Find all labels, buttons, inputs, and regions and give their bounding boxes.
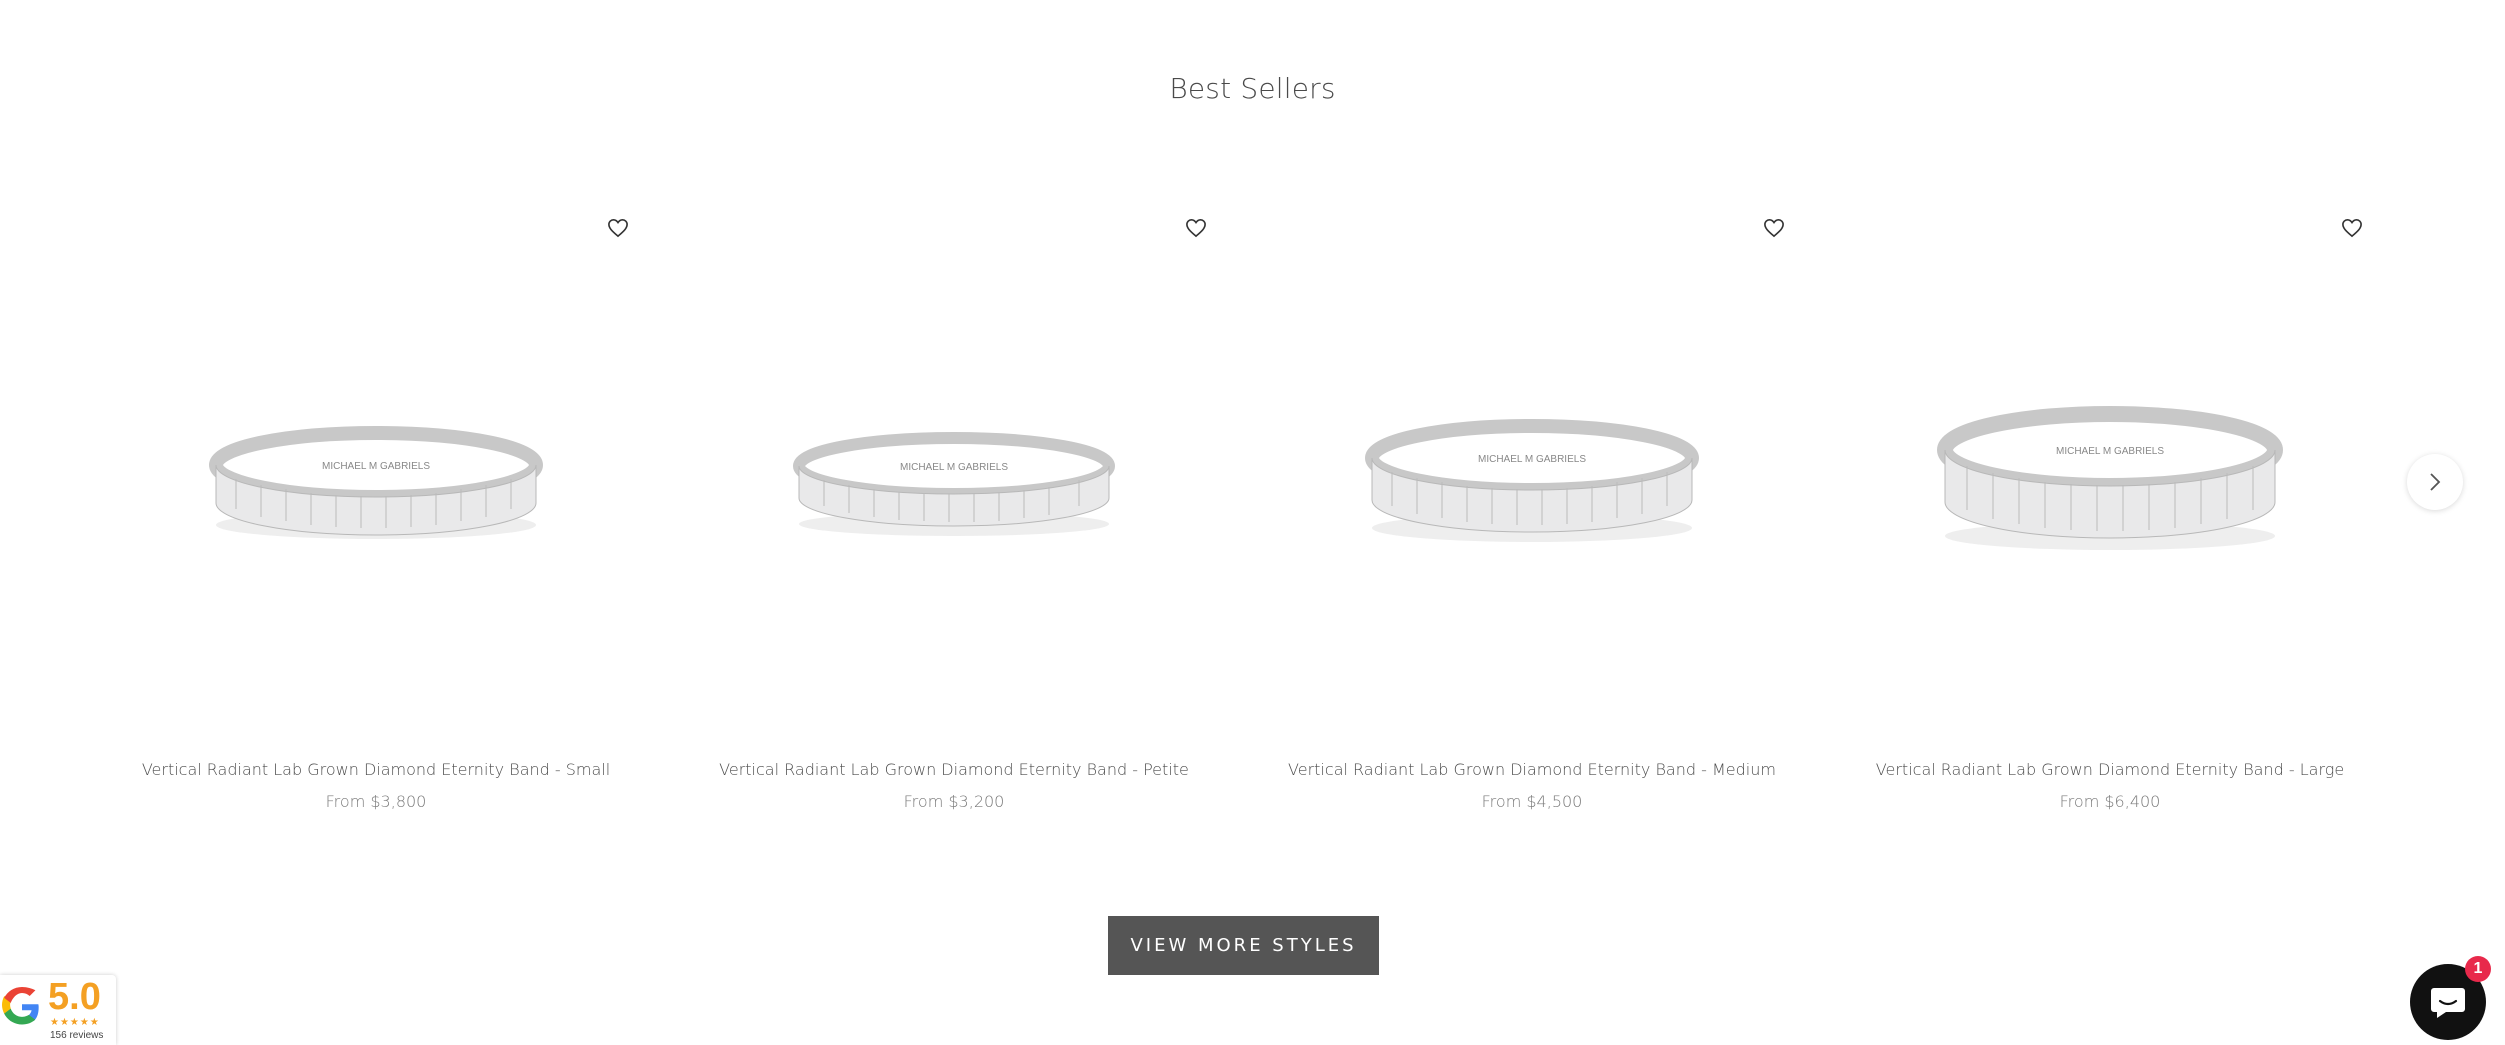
view-more-styles-button[interactable]: VIEW MORE STYLES	[1108, 916, 1379, 975]
svg-text:MICHAEL M GABRIELS: MICHAEL M GABRIELS	[2056, 446, 2164, 457]
product-card[interactable]: MICHAEL M GABRIELS Vertical Radiant Lab …	[1850, 200, 2370, 840]
product-image[interactable]: MICHAEL M GABRIELS	[156, 350, 596, 610]
review-count: 156 reviews	[50, 1030, 104, 1041]
product-price: From $6,400	[2059, 792, 2161, 811]
chevron-right-icon	[2430, 473, 2441, 491]
wishlist-heart-icon[interactable]	[1760, 214, 1788, 242]
svg-text:MICHAEL M GABRIELS: MICHAEL M GABRIELS	[322, 461, 430, 472]
product-card[interactable]: MICHAEL M GABRIELS Vertical Radiant Lab …	[1272, 200, 1792, 840]
product-image[interactable]: MICHAEL M GABRIELS	[734, 350, 1174, 610]
rating-stars: ★★★★★	[50, 1017, 100, 1028]
google-g-icon	[2, 987, 39, 1025]
svg-text:MICHAEL M GABRIELS: MICHAEL M GABRIELS	[900, 462, 1008, 473]
product-card[interactable]: MICHAEL M GABRIELS Vertical Radiant Lab …	[694, 200, 1214, 840]
product-image[interactable]: MICHAEL M GABRIELS	[1312, 350, 1752, 610]
google-reviews-badge[interactable]: 5.0 ★★★★★ 156 reviews	[0, 975, 116, 1045]
wishlist-heart-icon[interactable]	[2338, 214, 2366, 242]
product-title[interactable]: Vertical Radiant Lab Grown Diamond Etern…	[116, 760, 636, 779]
product-price: From $4,500	[1481, 792, 1583, 811]
carousel-next-button[interactable]	[2407, 454, 2463, 510]
product-title[interactable]: Vertical Radiant Lab Grown Diamond Etern…	[694, 760, 1214, 779]
chat-notification-badge: 1	[2465, 956, 2491, 982]
wishlist-heart-icon[interactable]	[604, 214, 632, 242]
product-price: From $3,800	[325, 792, 427, 811]
product-carousel: MICHAEL M GABRIELS Vertical Radiant Lab …	[0, 0, 2505, 900]
product-image[interactable]: MICHAEL M GABRIELS	[1890, 350, 2330, 610]
rating-score: 5.0	[48, 976, 101, 1018]
product-title[interactable]: Vertical Radiant Lab Grown Diamond Etern…	[1850, 760, 2370, 779]
product-title[interactable]: Vertical Radiant Lab Grown Diamond Etern…	[1272, 760, 1792, 779]
wishlist-heart-icon[interactable]	[1182, 214, 1210, 242]
chat-bubble-icon	[2431, 988, 2465, 1018]
product-price: From $3,200	[903, 792, 1005, 811]
product-card[interactable]: MICHAEL M GABRIELS Vertical Radiant Lab …	[116, 200, 636, 840]
svg-text:MICHAEL M GABRIELS: MICHAEL M GABRIELS	[1478, 454, 1586, 465]
